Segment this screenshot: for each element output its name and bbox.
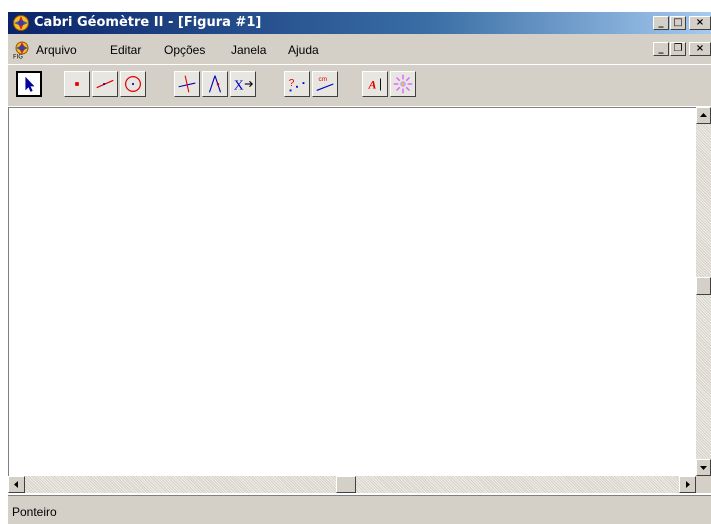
- scroll-down-button[interactable]: [696, 459, 711, 476]
- transform-tool-button[interactable]: X: [230, 71, 256, 97]
- drawing-canvas[interactable]: [8, 107, 696, 476]
- horizontal-scroll-thumb[interactable]: [336, 476, 356, 493]
- line-icon: [96, 79, 114, 89]
- scroll-right-button[interactable]: [679, 476, 696, 493]
- display-color-icon: [393, 74, 413, 94]
- status-bar: Ponteiro: [8, 495, 711, 524]
- scroll-up-button[interactable]: [696, 107, 711, 124]
- menu-bar: FIG Arquivo Editar Opções Janela Ajuda _…: [8, 34, 711, 64]
- construct-tool-button[interactable]: [174, 71, 200, 97]
- arrow-left-icon: [14, 481, 18, 488]
- measure-tool-button[interactable]: cm: [312, 71, 338, 97]
- mdi-close-button[interactable]: ×: [689, 42, 711, 56]
- pointer-arrow-icon: [25, 76, 35, 92]
- vertical-scroll-thumb[interactable]: [696, 277, 711, 295]
- line-tool-button[interactable]: [92, 71, 118, 97]
- check-property-icon: ?: [289, 78, 305, 92]
- pointer-tool-button[interactable]: [16, 71, 42, 97]
- circle-icon: [125, 76, 141, 92]
- perpendicular-line-icon: [178, 75, 196, 93]
- svg-text:X: X: [234, 78, 244, 93]
- measure-icon: cm: [316, 76, 334, 92]
- window-title: Cabri Géomètre II - [Figura #1]: [34, 15, 262, 30]
- scroll-left-button[interactable]: [8, 476, 25, 493]
- title-bar[interactable]: Cabri Géomètre II - [Figura #1] _ □ ×: [8, 12, 711, 34]
- text-tool-button[interactable]: A: [362, 71, 388, 97]
- toolbar: X ? cm A: [8, 64, 711, 106]
- transform-icon: X: [234, 78, 254, 93]
- svg-text:FIG: FIG: [13, 54, 23, 60]
- text-label-icon: A: [368, 78, 381, 92]
- menu-opcoes[interactable]: Opções: [164, 41, 205, 59]
- arrow-right-icon: [686, 481, 690, 488]
- arrow-down-icon: [700, 466, 707, 470]
- status-text: Ponteiro: [12, 505, 57, 519]
- arrow-up-icon: [700, 113, 707, 117]
- menu-arquivo[interactable]: Arquivo: [36, 41, 77, 59]
- menu-janela[interactable]: Janela: [231, 41, 266, 59]
- property-tool-button[interactable]: ?: [284, 71, 310, 97]
- svg-text:cm: cm: [319, 76, 328, 83]
- scrollbar-corner: [696, 476, 711, 493]
- close-button[interactable]: ×: [689, 16, 711, 30]
- vertical-scrollbar[interactable]: [696, 107, 711, 476]
- menu-editar[interactable]: Editar: [110, 41, 141, 59]
- app-icon[interactable]: [12, 14, 30, 32]
- point-tool-button[interactable]: [64, 71, 90, 97]
- minimize-button[interactable]: _: [653, 16, 669, 30]
- display-tool-button[interactable]: [390, 71, 416, 97]
- mdi-restore-button[interactable]: ❐: [670, 42, 686, 56]
- circle-tool-button[interactable]: [120, 71, 146, 97]
- mdi-minimize-button[interactable]: _: [653, 42, 669, 56]
- point-icon: [75, 82, 79, 86]
- horizontal-scrollbar[interactable]: [8, 476, 696, 493]
- maximize-button[interactable]: □: [670, 16, 686, 30]
- svg-text:A: A: [368, 78, 377, 92]
- document-icon[interactable]: FIG: [12, 41, 32, 61]
- menu-ajuda[interactable]: Ajuda: [288, 41, 319, 59]
- midpoint-tool-button[interactable]: [202, 71, 228, 97]
- svg-text:?: ?: [289, 78, 295, 89]
- midpoint-icon: [208, 75, 222, 93]
